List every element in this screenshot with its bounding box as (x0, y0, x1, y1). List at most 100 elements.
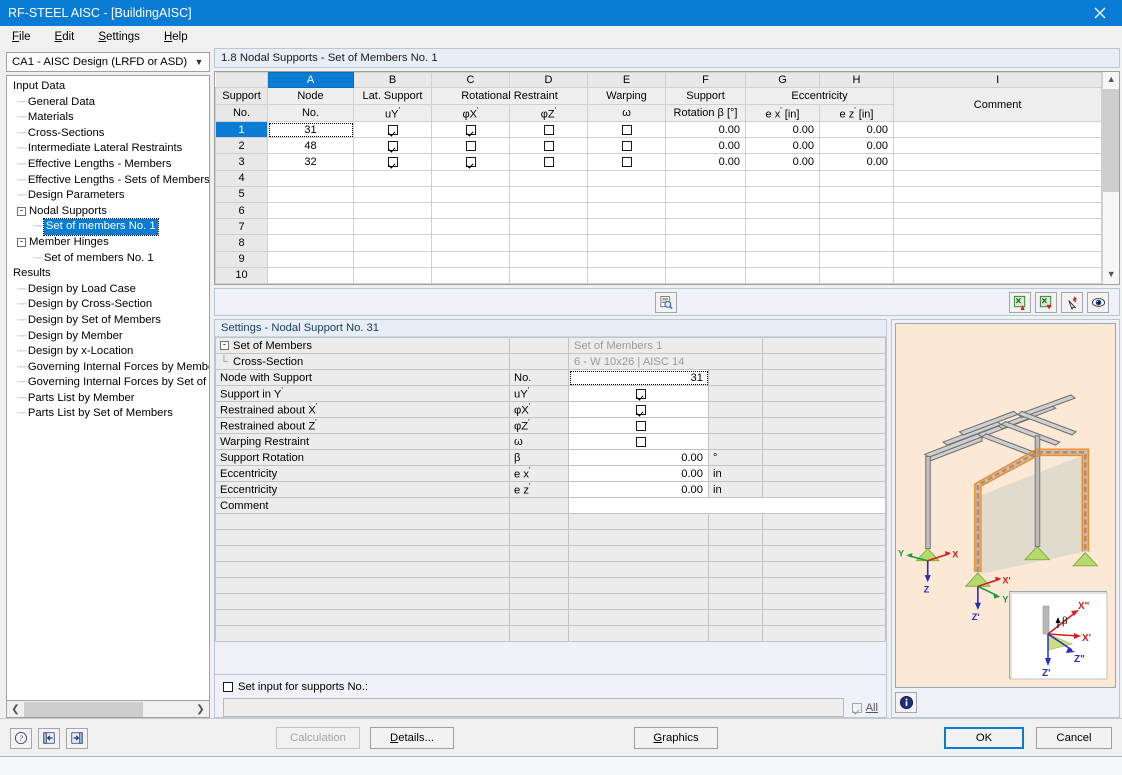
scroll-thumb[interactable] (1103, 89, 1119, 193)
cell-rotational-x[interactable] (431, 234, 510, 252)
cell-eccentricity-ez[interactable] (819, 234, 894, 252)
sidebar-item-input-data[interactable]: Input Data (11, 79, 209, 95)
column-header-H[interactable]: H (819, 72, 894, 88)
settings-checkbox[interactable] (635, 388, 646, 399)
settings-row-value[interactable]: 31 (568, 369, 709, 386)
column-header-C[interactable]: C (431, 72, 510, 88)
sidebar-item-effective-lengths-members[interactable]: ┈┈ Effective Lengths - Members (11, 157, 209, 173)
sidebar-item-effective-lengths-sets-of-members[interactable]: ┈┈ Effective Lengths - Sets of Members (11, 173, 209, 189)
table-row[interactable]: 3 32 0.00 0.00 0.00 (215, 153, 1103, 171)
calculation-button[interactable]: Calculation (276, 727, 360, 749)
set-input-checkbox[interactable] (223, 682, 233, 692)
tree-horizontal-scrollbar[interactable]: ❮ ❯ (6, 701, 210, 718)
scroll-left-icon[interactable]: ❮ (7, 704, 24, 715)
cell-support-rotation[interactable] (665, 201, 746, 220)
cell-rotational-z[interactable] (509, 234, 588, 252)
tree-expander-icon[interactable]: - (17, 207, 26, 217)
cell-lateral-support-checkbox[interactable] (387, 157, 398, 168)
table-row[interactable]: 4 (215, 169, 1103, 187)
cell-support-rotation[interactable] (665, 250, 746, 268)
settings-checkbox[interactable] (635, 420, 646, 431)
sidebar-item-parts-list-by-set-of-members[interactable]: ┈┈ Parts List by Set of Members (11, 406, 209, 422)
cell-support-rotation[interactable] (665, 266, 746, 285)
ok-button[interactable]: OK (944, 727, 1024, 749)
cell-warping-checkbox[interactable] (621, 157, 632, 168)
help-icon[interactable]: ? (10, 727, 32, 749)
cell-node-no[interactable]: 32 (267, 153, 354, 171)
row-number[interactable]: 10 (215, 266, 268, 285)
model-canvas[interactable]: X Y Z X' Y' Z' X" X' Z" Z' β (895, 323, 1116, 688)
cell-node-no[interactable]: 31 (267, 120, 354, 139)
scroll-track[interactable] (24, 701, 192, 717)
sidebar-item-member-hinges[interactable]: - Member Hinges (11, 235, 209, 251)
cell-lateral-support[interactable] (353, 169, 432, 187)
cell-eccentricity-ez[interactable] (819, 266, 894, 285)
sidebar-item-parts-list-by-member[interactable]: ┈┈ Parts List by Member (11, 391, 209, 407)
eye-icon[interactable] (1087, 291, 1109, 313)
cell-eccentricity-ez[interactable] (819, 201, 894, 220)
cell-support-rotation[interactable]: 0.00 (665, 120, 746, 139)
sidebar-item-design-by-member[interactable]: ┈┈ Design by Member (11, 329, 209, 345)
cell-eccentricity-ez[interactable] (819, 185, 894, 203)
cell-comment[interactable] (892, 169, 1103, 187)
cell-rotational-z[interactable] (509, 169, 588, 187)
settings-row-value[interactable]: 0.00 (568, 465, 709, 482)
row-number[interactable]: 3 (215, 153, 268, 171)
column-header-F[interactable]: F (665, 72, 746, 88)
cell-rotational-z[interactable] (509, 218, 588, 236)
menu-settings[interactable]: Settings (94, 29, 144, 45)
row-number[interactable]: 7 (215, 218, 268, 236)
cell-rotational-x-checkbox[interactable] (465, 157, 476, 168)
cell-rotational-x[interactable] (431, 218, 510, 236)
cell-eccentricity-ex[interactable] (745, 201, 820, 220)
row-number[interactable]: 4 (215, 169, 268, 187)
column-header-I[interactable]: I (892, 72, 1103, 88)
cell-eccentricity-ex[interactable] (745, 234, 820, 252)
close-icon[interactable] (1078, 0, 1122, 26)
cell-lateral-support[interactable] (353, 250, 432, 268)
cell-warping[interactable] (587, 137, 666, 155)
table-row[interactable]: 8 (215, 234, 1103, 252)
cell-rotational-x[interactable] (431, 153, 510, 171)
cell-warping[interactable] (587, 153, 666, 171)
previous-icon[interactable] (38, 727, 60, 749)
nodal-supports-table[interactable]: ABCDEFGHI Support Node Lat. Support Rotatio… (214, 71, 1120, 285)
cell-eccentricity-ez[interactable]: 0.00 (819, 120, 894, 139)
cell-support-rotation[interactable]: 0.00 (665, 153, 746, 171)
cell-warping-checkbox[interactable] (621, 140, 632, 151)
tree-expander-icon[interactable]: - (17, 238, 26, 248)
table-row[interactable]: 1 31 0.00 0.00 0.00 (215, 120, 1103, 139)
scroll-thumb[interactable] (24, 701, 144, 717)
cell-lateral-support[interactable] (353, 153, 432, 171)
supports-number-input[interactable] (223, 698, 844, 717)
cell-rotational-x-checkbox[interactable] (465, 124, 476, 135)
cell-node-no[interactable] (267, 218, 354, 236)
cell-rotational-z[interactable] (509, 266, 588, 285)
cell-rotational-x[interactable] (431, 201, 510, 220)
table-row[interactable]: 2 48 0.00 0.00 0.00 (215, 137, 1103, 155)
cancel-button[interactable]: Cancel (1036, 727, 1112, 749)
sidebar-item-general-data[interactable]: ┈┈ General Data (11, 95, 209, 111)
row-number[interactable]: 1 (215, 120, 268, 139)
all-checkbox[interactable] (851, 702, 862, 713)
cell-comment[interactable] (892, 201, 1103, 220)
cell-comment[interactable] (892, 250, 1103, 268)
sidebar-item-set-of-members-no-1[interactable]: ┈┈ Set of members No. 1 (11, 251, 209, 267)
cell-node-no[interactable] (267, 250, 354, 268)
sidebar-item-design-by-cross-section[interactable]: ┈┈ Design by Cross-Section (11, 297, 209, 313)
cell-eccentricity-ex[interactable] (745, 218, 820, 236)
cell-rotational-z[interactable] (509, 137, 588, 155)
cell-warping[interactable] (587, 120, 666, 139)
cell-rotational-z[interactable] (509, 185, 588, 203)
cell-lateral-support[interactable] (353, 266, 432, 285)
table-row[interactable]: 5 (215, 185, 1103, 203)
settings-row-value[interactable] (568, 385, 709, 402)
cell-rotational-z-checkbox[interactable] (543, 124, 554, 135)
next-icon[interactable] (66, 727, 88, 749)
scroll-down-icon[interactable]: ▼ (1103, 267, 1119, 284)
cell-node-no[interactable]: 48 (267, 137, 354, 155)
sidebar-item-design-by-load-case[interactable]: ┈┈ Design by Load Case (11, 282, 209, 298)
row-number[interactable]: 5 (215, 185, 268, 203)
sidebar-item-governing-internal-forces-by-member[interactable]: ┈┈ Governing Internal Forces by Member (11, 360, 209, 376)
cell-rotational-z[interactable] (509, 201, 588, 220)
